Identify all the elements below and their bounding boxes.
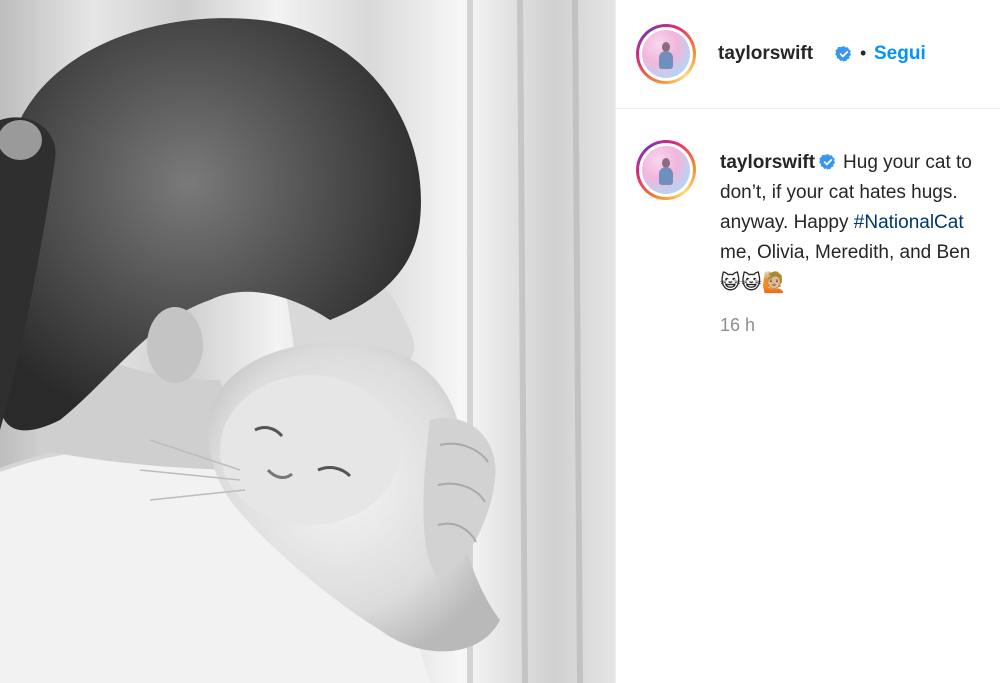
caption-line-1: taylorswift Hug your cat to: [720, 148, 1000, 178]
post-timestamp[interactable]: 16 h: [720, 315, 755, 336]
caption-text-3: anyway. Happy: [720, 212, 854, 233]
follow-button[interactable]: Segui: [874, 43, 926, 65]
caption-text-1: Hug your cat to: [843, 152, 972, 173]
header-separator: •: [860, 43, 867, 63]
verified-badge-icon: [819, 154, 836, 170]
caption-line-4: me, Olivia, Meredith, and Ben: [720, 242, 971, 263]
verified-badge-icon: [835, 46, 852, 62]
author-avatar[interactable]: [636, 24, 696, 84]
caption-line-3: anyway. Happy #NationalCat: [720, 208, 1000, 238]
caption-line-2: don’t, if your cat hates hugs.: [720, 182, 958, 203]
caption-username[interactable]: taylorswift: [720, 152, 815, 173]
header-divider: [616, 108, 1000, 109]
caption-block: taylorswift Hug your cat to don’t, if you…: [616, 140, 1000, 400]
avatar-image: [642, 146, 690, 194]
avatar-image: [642, 30, 690, 78]
hashtag-link[interactable]: #NationalCat: [854, 212, 964, 233]
caption-author-avatar[interactable]: [636, 140, 696, 200]
post-photo[interactable]: [0, 0, 615, 683]
post-side-pane: taylorswift • Segui taylorswift Hug your …: [616, 0, 1000, 683]
post-header: taylorswift • Segui: [616, 0, 1000, 108]
caption-emojis: 😺😺🙋🏼: [720, 272, 787, 294]
post-caption: taylorswift Hug your cat to don’t, if you…: [720, 148, 1000, 298]
photo-illustration: [0, 0, 615, 683]
author-username[interactable]: taylorswift: [718, 43, 813, 65]
